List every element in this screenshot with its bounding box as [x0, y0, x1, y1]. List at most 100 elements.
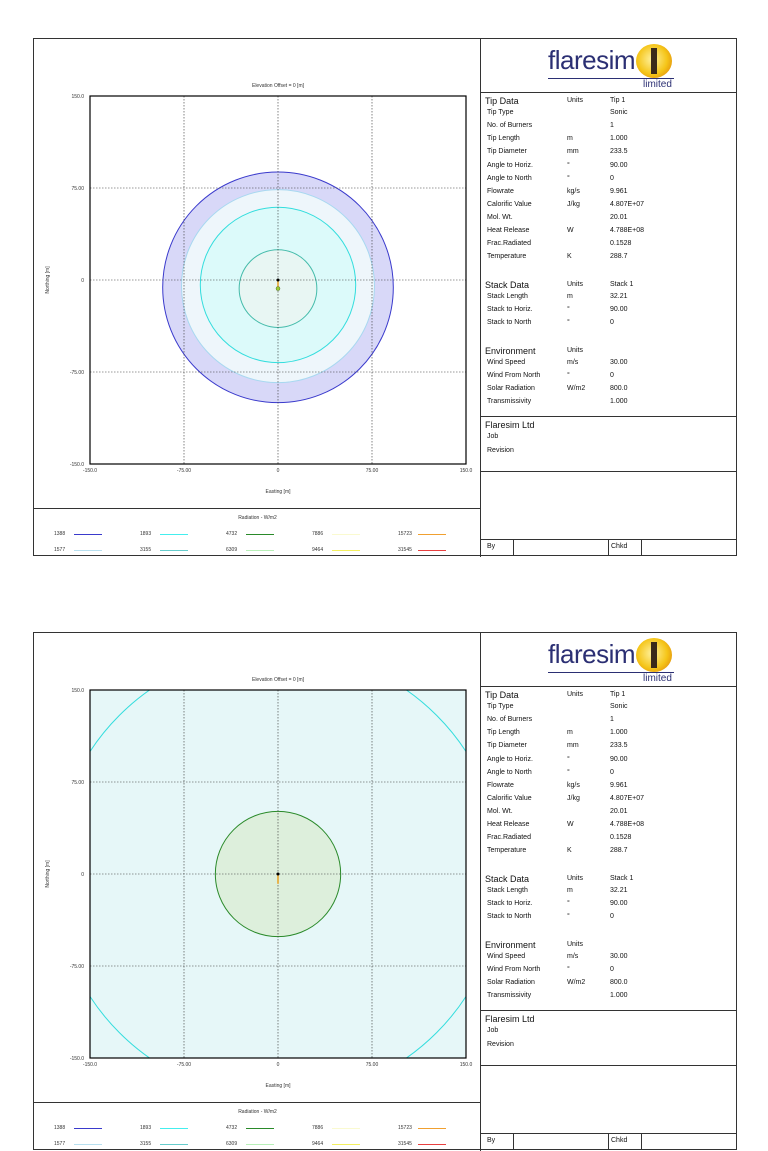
row-units: ° [567, 174, 570, 182]
row-value: 9.961 [610, 781, 628, 789]
row-units: kg/s [567, 781, 580, 789]
radiation-contour-chart: Elevation Offset = 0 [m] 150.0 75.00 0 -75.0… [45, 83, 473, 495]
row-value: 9.961 [610, 187, 628, 195]
row-label: Tip Diameter [487, 742, 527, 750]
legend-label: 1893 [140, 1125, 152, 1131]
notes-divider [481, 471, 737, 472]
row-value: 32.21 [610, 886, 628, 894]
row-value: 1.000 [610, 398, 628, 406]
row-label: Tip Length [487, 729, 520, 737]
row-label: Transmissivity [487, 398, 532, 406]
row-value: 0 [610, 768, 614, 776]
row-label: Angle to North [487, 768, 532, 776]
legend-label: 3155 [140, 1141, 152, 1147]
row-units: ° [567, 768, 570, 776]
row-label: Wind Speed [487, 358, 526, 366]
section-units-header: Units [567, 280, 583, 288]
legend-swatch [332, 534, 360, 536]
row-label: Transmissivity [487, 992, 532, 1000]
legend-label: 1388 [54, 531, 66, 537]
legend-item-6309: 6309 [226, 547, 306, 555]
row-value: 30.00 [610, 358, 628, 366]
company-name: Flaresim Ltd [485, 1014, 535, 1024]
row-units: W [567, 821, 574, 828]
row-label: Calorific Value [487, 200, 532, 208]
legend-item-15723: 15723 [398, 531, 478, 539]
legend-item-15723: 15723 [398, 1125, 478, 1133]
row-units: K [567, 253, 572, 261]
chart-title: Elevation Offset = 0 [m] [252, 677, 305, 683]
legend-item-1893: 1893 [140, 1125, 220, 1133]
row-value: 20.01 [610, 807, 628, 815]
row-units: m [567, 292, 573, 300]
row-value: 90.00 [610, 161, 628, 169]
row-label: Stack Length [487, 886, 528, 894]
row-label: Calorific Value [487, 794, 532, 802]
row-label: Heat Release [487, 227, 530, 234]
row-label: Angle to Horiz. [487, 755, 533, 763]
row-value: 90.00 [610, 306, 628, 313]
report-page: Elevation Offset = 0 [m] 150.0 75.00 0 -75.0… [33, 632, 737, 1151]
row-label: Angle to Horiz. [487, 161, 533, 169]
row-value: 4.807E+07 [610, 200, 645, 208]
row-label: Mol. Wt. [487, 213, 513, 221]
row-value: 0 [610, 319, 614, 327]
logo-sub: limited [643, 673, 672, 684]
row-label: No. of Burners [487, 716, 533, 724]
legend-item-1388: 1388 [54, 1125, 134, 1133]
row-label: Angle to North [487, 174, 532, 182]
row-value: 1 [610, 122, 614, 130]
legend-swatch [246, 550, 274, 552]
x-tick-label: -150.0 [83, 1062, 97, 1068]
row-label: Heat Release [487, 821, 530, 828]
row-value: 20.01 [610, 213, 628, 221]
x-axis-label: Easting [m] [265, 489, 291, 495]
row-units: ° [567, 965, 570, 973]
legend-label: 1577 [54, 1141, 66, 1147]
legend-label: 6309 [226, 547, 238, 553]
x-tick-label: -75.00 [177, 468, 191, 474]
row-units: K [567, 847, 572, 855]
row-label: Wind From North [487, 371, 541, 379]
legend-item-4732: 4732 [226, 1125, 306, 1133]
legend-swatch [418, 1144, 446, 1146]
row-units: m/s [567, 358, 579, 366]
row-units: ° [567, 755, 570, 763]
row-value: 4.788E+08 [610, 227, 645, 234]
row-units: m/s [567, 952, 579, 960]
x-tick-label: 75.00 [366, 468, 379, 474]
row-value: 1 [610, 716, 614, 724]
row-label: Tip Type [487, 109, 514, 117]
legend-swatch [332, 550, 360, 552]
legend-label: 4732 [226, 1125, 238, 1131]
row-units: kg/s [567, 187, 580, 195]
row-units: W/m2 [567, 979, 586, 986]
row-units: ° [567, 913, 570, 921]
row-value: 1.000 [610, 135, 628, 143]
legend-swatch [74, 550, 102, 552]
row-units: J/kg [567, 200, 580, 208]
section-title: Environment [485, 345, 536, 356]
row-units: m [567, 729, 573, 737]
section-units-header: Units [567, 940, 583, 948]
row-value: 32.21 [610, 292, 628, 300]
row-label: No. of Burners [487, 122, 533, 130]
section-title: Environment [485, 939, 536, 950]
flaresim-logo: flaresim limited [541, 636, 681, 686]
row-value: 0 [610, 965, 614, 973]
legend-item-3155: 3155 [140, 1141, 220, 1149]
row-value: 4.788E+08 [610, 821, 645, 828]
x-tick-label: 150.0 [460, 468, 473, 474]
y-tick-label: 75.00 [71, 780, 84, 786]
legend-label: 4732 [226, 531, 238, 537]
row-label: Stack to North [487, 319, 532, 327]
row-value: 90.00 [610, 755, 628, 763]
legend-item-1388: 1388 [54, 531, 134, 539]
logo-divider [481, 686, 737, 687]
section-value-header: Stack 1 [610, 874, 634, 882]
row-units: ° [567, 319, 570, 327]
row-value: 0 [610, 371, 614, 379]
info-panel: flaresim limited Tip Data Units Tip 1 Tip Typ… [481, 633, 737, 1150]
legend-label: 9464 [312, 1141, 324, 1147]
row-value: 90.00 [610, 900, 628, 907]
